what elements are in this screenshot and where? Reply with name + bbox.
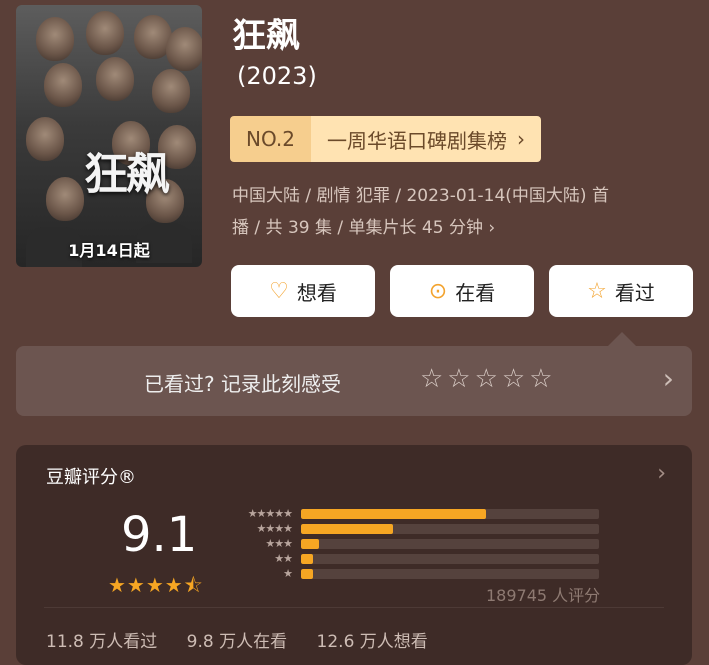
rating-bar-4: ★★★★ xyxy=(222,521,599,535)
bar-star-label: ★★★★ xyxy=(256,521,293,535)
bar-fill xyxy=(301,524,394,534)
poster-face xyxy=(166,27,202,71)
ranking-badge[interactable]: NO.2 一周华语口碑剧集榜 › xyxy=(230,116,541,162)
watched-count[interactable]: 11.8 万人看过 xyxy=(46,632,157,652)
record-feeling-text: 已看过? 记录此刻感受 xyxy=(144,372,341,396)
rating-score: 9.1 xyxy=(121,507,198,563)
meta-line-1: 中国大陆 / 剧情 犯罪 / 2023-01-14(中国大陆) 首 xyxy=(232,186,609,206)
chevron-right-icon[interactable]: › xyxy=(657,461,666,486)
rank-list-label: 一周华语口碑剧集榜 xyxy=(326,128,507,153)
rating-bar-5: ★★★★★ xyxy=(222,506,599,520)
rating-bar-1: ★ xyxy=(222,566,599,580)
watching-count[interactable]: 9.8 万人在看 xyxy=(187,632,287,652)
want-count[interactable]: 12.6 万人想看 xyxy=(317,632,428,652)
circle-dot-icon: ⊙ xyxy=(428,278,448,304)
want-to-watch-button[interactable]: ♡ 想看 xyxy=(231,265,375,317)
rating-label: 豆瓣评分® xyxy=(46,467,136,488)
watching-button[interactable]: ⊙ 在看 xyxy=(390,265,534,317)
watched-label: 看过 xyxy=(614,280,655,305)
bar-track xyxy=(301,509,599,519)
rank-number: NO.2 xyxy=(230,116,311,162)
divider xyxy=(44,607,664,608)
bar-fill xyxy=(301,554,313,564)
chevron-right-icon: › xyxy=(516,127,525,151)
bar-fill xyxy=(301,509,486,519)
watching-label: 在看 xyxy=(455,280,496,305)
star-outline-icon: ☆ xyxy=(587,278,607,304)
meta-line-2: 播 / 共 39 集 / 单集片长 45 分钟 › xyxy=(232,218,496,238)
chevron-right-icon[interactable]: › xyxy=(663,362,674,395)
bar-track xyxy=(301,569,599,579)
poster-date: 1月14日起 xyxy=(68,241,150,260)
bar-star-label: ★★ xyxy=(274,551,293,565)
bar-fill xyxy=(301,569,313,579)
poster-face xyxy=(44,63,82,107)
watched-button[interactable]: ☆ 看过 xyxy=(549,265,693,317)
bar-star-label: ★★★ xyxy=(265,536,293,550)
poster-face xyxy=(96,57,134,101)
poster-face xyxy=(86,11,124,55)
rating-bar-2: ★★ xyxy=(222,551,599,565)
bar-track xyxy=(301,539,599,549)
rating-bar-3: ★★★ xyxy=(222,536,599,550)
poster-title: 狂飙 xyxy=(84,149,170,200)
bar-track xyxy=(301,524,599,534)
bar-track xyxy=(301,554,599,564)
rating-stars-input[interactable]: ☆☆☆☆☆ xyxy=(420,364,557,394)
poster-face xyxy=(46,177,84,221)
page-title: 狂飙 xyxy=(232,16,300,56)
rating-stars: ★★★★⯪ xyxy=(108,573,204,597)
poster-image[interactable]: 狂飙 1月14日起 xyxy=(16,5,202,267)
douban-rating-card[interactable]: 豆瓣评分® › 9.1 ★★★★⯪ ★★★★★ ★★★★ ★★★ ★★ ★ 18… xyxy=(16,445,692,665)
show-meta[interactable]: 中国大陆 / 剧情 犯罪 / 2023-01-14(中国大陆) 首 播 / 共 … xyxy=(232,180,692,244)
record-feeling-bar[interactable]: 已看过? 记录此刻感受 ☆☆☆☆☆ › xyxy=(16,346,692,416)
popover-pointer xyxy=(608,332,636,346)
release-year: (2023) xyxy=(237,62,317,90)
bar-star-label: ★ xyxy=(283,566,293,580)
bar-fill xyxy=(301,539,319,549)
want-to-watch-label: 想看 xyxy=(296,280,337,305)
rank-list-name: 一周华语口碑剧集榜 › xyxy=(310,116,541,162)
poster-face xyxy=(36,17,74,61)
poster-face xyxy=(26,117,64,161)
vote-count[interactable]: 189745 人评分 xyxy=(486,582,600,606)
heart-plus-icon: ♡ xyxy=(269,278,289,304)
watch-counts: 11.8 万人看过 9.8 万人在看 12.6 万人想看 xyxy=(46,627,452,652)
poster-face xyxy=(152,69,190,113)
bar-star-label: ★★★★★ xyxy=(247,506,293,520)
